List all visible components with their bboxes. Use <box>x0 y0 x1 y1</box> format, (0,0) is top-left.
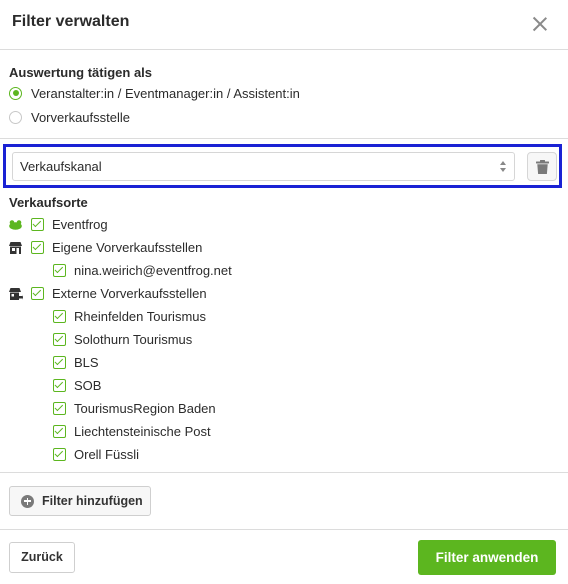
tree-row-label: BLS <box>74 355 99 370</box>
trash-icon <box>536 160 549 174</box>
frog-icon <box>9 219 22 230</box>
radio-button-selected[interactable] <box>9 86 22 100</box>
radio-option-label: Vorverkaufsstelle <box>31 109 130 125</box>
tree-row-label: Liechtensteinische Post <box>74 424 211 439</box>
tree-row-child[interactable]: BLS <box>9 351 549 374</box>
tree-row-eventfrog[interactable]: Eventfrog <box>9 213 549 236</box>
select-value: Verkaufskanal <box>20 159 102 174</box>
tree-row-label: SOB <box>74 378 102 393</box>
tree-row-child[interactable]: Rheinfelden Tourismus <box>9 305 549 328</box>
tree-row-label: nina.weirich@eventfrog.net <box>74 263 232 278</box>
select-arrows-icon <box>499 161 507 173</box>
filter-type-select[interactable]: Verkaufskanal <box>12 152 515 181</box>
dialog-title: Filter verwalten <box>12 13 130 30</box>
tree-row-child[interactable]: Orell Füssli <box>9 443 549 466</box>
filter-row-focused: Verkaufskanal <box>3 144 562 188</box>
checkbox-checked[interactable] <box>53 356 66 369</box>
apply-filter-button[interactable]: Filter anwenden <box>418 540 556 575</box>
tree-row-child[interactable]: Solothurn Tourismus <box>9 328 549 351</box>
store-external-icon <box>9 287 23 300</box>
evaluation-section: Auswertung tätigen als Veranstalter:in /… <box>9 65 549 128</box>
checkbox-checked[interactable] <box>53 310 66 323</box>
tree-row-child[interactable]: SOB <box>9 374 549 397</box>
divider <box>0 138 568 139</box>
plus-circle-icon <box>21 494 34 508</box>
add-filter-label: Filter hinzufügen <box>42 494 143 508</box>
tree-row-label: Rheinfelden Tourismus <box>74 309 206 324</box>
tree-row-child[interactable]: nina.weirich@eventfrog.net <box>9 259 549 282</box>
divider <box>0 472 568 473</box>
checkbox-checked[interactable] <box>31 218 44 231</box>
tree-row-label: Orell Füssli <box>74 447 140 462</box>
tree-row-own-presale[interactable]: Eigene Vorverkaufsstellen <box>9 236 549 259</box>
evaluation-label: Auswertung tätigen als <box>9 65 153 80</box>
back-button[interactable]: Zurück <box>9 542 75 573</box>
tree-row-child[interactable]: TourismusRegion Baden <box>9 397 549 420</box>
checkbox-checked[interactable] <box>53 402 66 415</box>
filter-dialog: Filter verwalten Auswertung tätigen als … <box>0 0 568 584</box>
tree-row-label: TourismusRegion Baden <box>74 401 216 416</box>
dialog-header: Filter verwalten <box>0 0 568 50</box>
close-icon[interactable] <box>530 14 550 34</box>
delete-filter-button[interactable] <box>527 152 557 181</box>
tree-row-child[interactable]: Liechtensteinische Post <box>9 420 549 443</box>
radio-button[interactable] <box>9 110 22 124</box>
tree-row-label: Eigene Vorverkaufsstellen <box>52 240 203 255</box>
tree-row-label: Solothurn Tourismus <box>74 332 193 347</box>
radio-option-organizer[interactable]: Veranstalter:in / Eventmanager:in / Assi… <box>9 82 549 104</box>
sales-points-tree: Verkaufsorte Eventfrog Eigene Vorverkauf… <box>9 195 549 466</box>
checkbox-checked[interactable] <box>53 333 66 346</box>
checkbox-checked[interactable] <box>31 241 44 254</box>
tree-row-label: Externe Vorverkaufsstellen <box>52 286 207 301</box>
checkbox-checked[interactable] <box>53 264 66 277</box>
checkbox-checked[interactable] <box>53 379 66 392</box>
checkbox-checked[interactable] <box>53 448 66 461</box>
store-icon <box>9 241 22 254</box>
divider <box>0 529 568 530</box>
tree-row-external-presale[interactable]: Externe Vorverkaufsstellen <box>9 282 549 305</box>
radio-option-label: Veranstalter:in / Eventmanager:in / Assi… <box>31 85 300 101</box>
radio-option-presale[interactable]: Vorverkaufsstelle <box>9 106 549 128</box>
checkbox-checked[interactable] <box>31 287 44 300</box>
checkbox-checked[interactable] <box>53 425 66 438</box>
sales-points-title: Verkaufsorte <box>9 195 88 210</box>
add-filter-button[interactable]: Filter hinzufügen <box>9 486 151 516</box>
tree-row-label: Eventfrog <box>52 217 108 232</box>
